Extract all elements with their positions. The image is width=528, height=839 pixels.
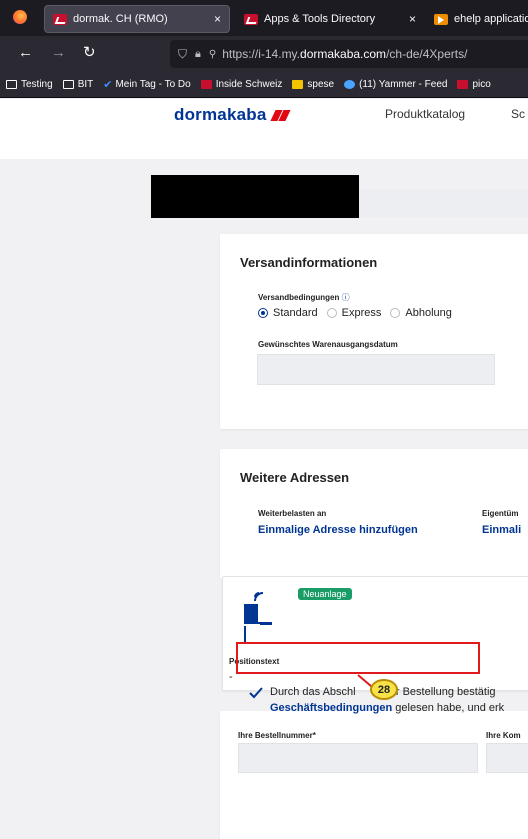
dormakaba-favicon-icon [53,13,67,25]
folder-icon [62,80,74,89]
step-marker: 28 [370,679,398,700]
tab-label: dormak. CH (RMO) [73,13,168,25]
yammer-favicon-icon [344,80,356,89]
bookmark-bit[interactable]: BIT [62,79,93,90]
permissions-icon: ⚲ [208,48,217,60]
dormakaba-favicon-icon [457,80,469,89]
check-icon: ✔ [103,79,113,91]
annotation-line [357,672,379,693]
bookmark-testing[interactable]: Testing [6,79,53,90]
bookmark-pico[interactable]: pico [457,79,491,90]
dormakaba-favicon-icon [244,13,258,25]
close-tab-icon[interactable]: × [401,12,424,26]
bookmark-spese[interactable]: spese [292,79,334,90]
tab-apps-tools-directory[interactable]: Apps & Tools Directory × [236,5,424,33]
reload-icon[interactable]: ↻ [83,44,96,62]
tab-ehelp-application[interactable]: ehelp applicatio [428,5,528,33]
lock-icon: 🔒︎ [195,47,201,60]
url-bar[interactable]: ⛉ 🔒︎ ⚲ https://i-14.my. dormakaba.com/ch-… [170,40,528,68]
dormakaba-favicon-icon [200,80,212,89]
bookmark-inside-schweiz[interactable]: Inside Schweiz [200,79,282,90]
terms-link[interactable]: Geschäftsbedingungen [270,702,392,714]
tab-label: ehelp applicatio [454,13,528,25]
folder-icon [6,80,17,89]
shield-icon: ⛉ [178,46,188,61]
play-favicon-icon [434,13,448,25]
bookmark-yammer[interactable]: (11) Yammer - Feed [344,79,447,90]
firefox-menu-icon[interactable] [13,10,27,24]
back-arrow-icon[interactable]: ← [18,44,33,62]
bookmarks-bar: Testing BIT ✔ Mein Tag - To Do Inside Sch… [0,72,528,98]
terms-checkbox[interactable] [249,686,263,700]
tab-dormakaba-ch[interactable]: dormak. CH (RMO) × [44,5,230,33]
url-domain: dormakaba.com [300,47,387,61]
browser-navigation-bar: ← → ↻ ⛉ 🔒︎ ⚲ https://i-14.my. dormakaba.c… [0,36,528,72]
url-prefix: https://i-14.my. [222,47,301,61]
close-tab-icon[interactable]: × [206,12,229,26]
spese-favicon-icon [292,80,304,89]
page-content: dormakaba Produktkatalog Sc Versandinfor… [0,99,528,839]
browser-tab-bar: dormak. CH (RMO) × Apps & Tools Director… [0,0,528,36]
bookmark-mein-tag[interactable]: ✔ Mein Tag - To Do [103,78,190,91]
forward-arrow-icon[interactable]: → [51,44,66,62]
tab-label: Apps & Tools Directory [264,13,376,25]
terms-text-line2: Geschäftsbedingungen gelesen habe, und e… [270,702,505,714]
url-suffix: /ch-de/4Xperts/ [386,47,468,61]
